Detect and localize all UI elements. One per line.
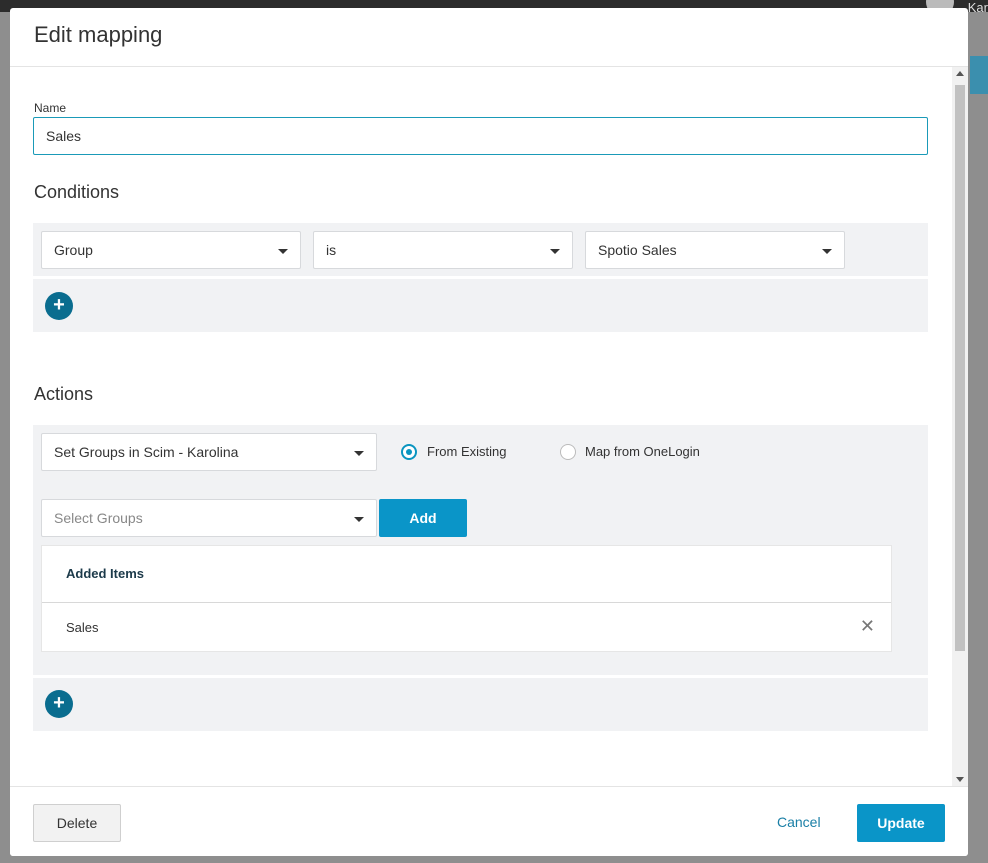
radio-map-from-onelogin-label[interactable]: Map from OneLogin [585,444,700,459]
actions-title: Actions [34,384,94,404]
conditions-title: Conditions [34,182,120,202]
select-groups-placeholder: Select Groups [54,510,143,526]
add-action-button[interactable]: + [45,690,73,718]
name-input[interactable]: Sales [33,117,928,155]
action-select-value: Set Groups in Scim - Karolina [54,444,239,460]
chevron-down-icon [354,517,364,522]
modal-scrollbar[interactable] [952,67,968,786]
user-name: Kar [967,0,988,15]
chevron-down-icon [822,249,832,254]
add-condition-row: + [33,279,928,332]
condition-value: Spotio Sales [598,242,677,258]
action-select[interactable]: Set Groups in Scim - Karolina [41,433,377,471]
chevron-down-icon [354,451,364,456]
divider [42,602,891,603]
condition-row: Group is Spotio Sales [33,223,928,276]
delete-button[interactable]: Delete [33,804,121,842]
add-action-row: + [33,678,928,731]
scroll-thumb[interactable] [955,85,965,651]
radio-from-existing-label[interactable]: From Existing [427,444,506,459]
action-row: Set Groups in Scim - Karolina From Exist… [33,425,928,675]
added-items-table: Added Items Sales ✕ [41,545,892,652]
condition-field-value: Group [54,242,93,258]
background-button [970,56,988,94]
edit-mapping-dialog: Edit mapping Name Sales Conditions Group… [10,8,968,856]
condition-value-select[interactable]: Spotio Sales [585,231,845,269]
add-condition-button[interactable]: + [45,292,73,320]
chevron-down-icon [550,249,560,254]
radio-map-from-onelogin[interactable] [560,444,576,460]
cancel-button[interactable]: Cancel [777,814,821,830]
select-groups-dropdown[interactable]: Select Groups [41,499,377,537]
radio-from-existing[interactable] [401,444,417,460]
update-button[interactable]: Update [857,804,945,842]
condition-operator-value: is [326,242,337,258]
added-items-header: Added Items [66,566,145,581]
modal-body: Name Sales Conditions Group is Spotio Sa… [10,67,952,786]
scroll-up-icon[interactable] [956,71,964,76]
condition-field-select[interactable]: Group [41,231,301,269]
modal-footer: Delete Cancel Update [10,786,968,856]
close-icon[interactable]: ✕ [860,616,875,637]
table-row: Sales [66,620,99,635]
chevron-down-icon [278,249,288,254]
modal-title: Edit mapping [34,22,163,47]
modal-header: Edit mapping [10,8,968,67]
add-group-button[interactable]: Add [379,499,467,537]
name-label: Name [34,101,67,115]
scroll-down-icon[interactable] [956,777,964,782]
condition-operator-select[interactable]: is [313,231,573,269]
